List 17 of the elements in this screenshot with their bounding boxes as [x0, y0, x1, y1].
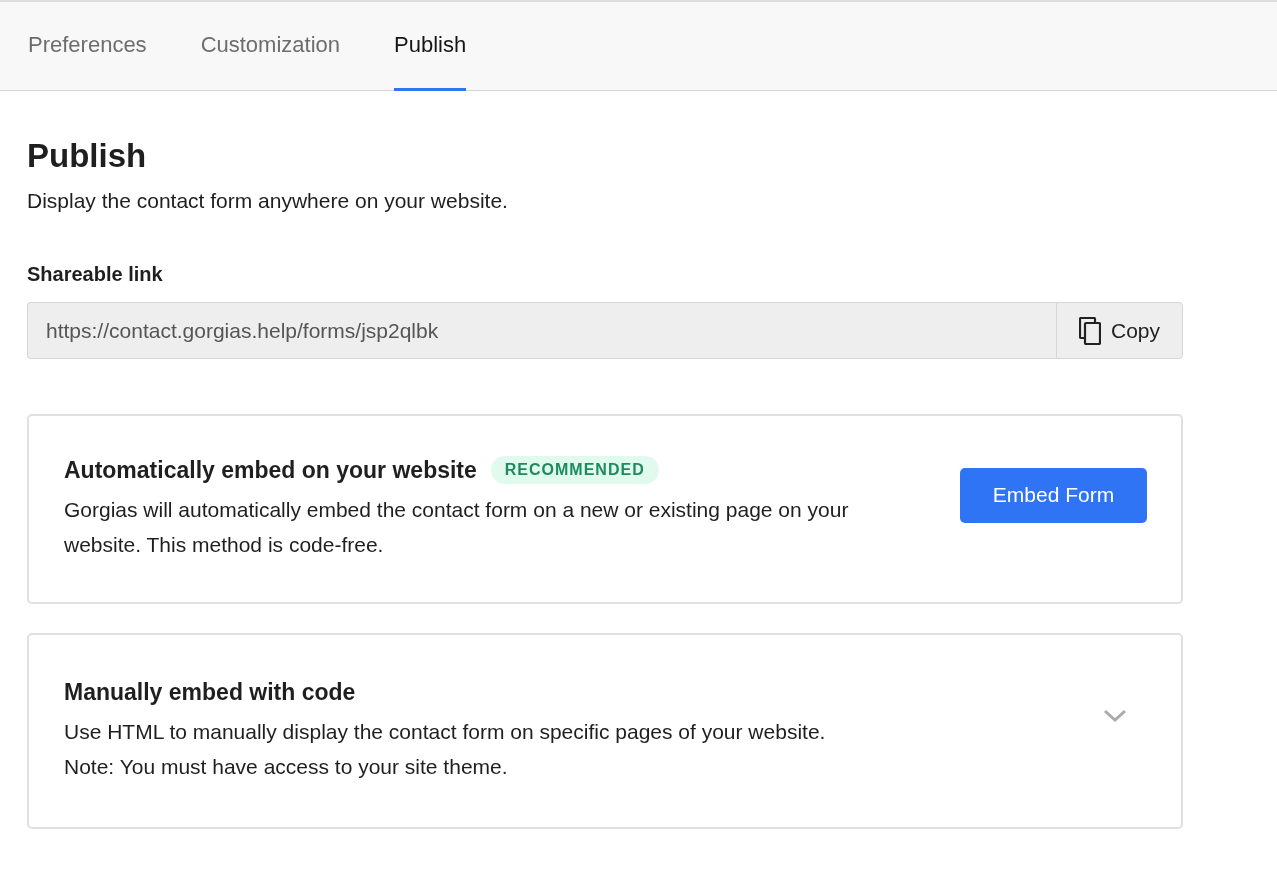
- copy-button[interactable]: Copy: [1055, 302, 1183, 359]
- embed-form-button[interactable]: Embed Form: [960, 467, 1147, 523]
- card-title: Automatically embed on your website: [64, 456, 477, 484]
- tab[interactable]: Publish: [394, 2, 467, 91]
- card-title: Manually embed with code: [64, 678, 357, 706]
- card-description: Gorgias will automatically embed the contact form on a new or existing page on your website. This method is code-free.: [64, 497, 850, 558]
- link-field[interactable]: https://contact.gorgias.help/forms/jsp2qlbk: [27, 302, 1056, 359]
- manual-embed-card[interactable]: Manually embed with code Use HTML to manually display the contact form on specific pages of your website. Note: You must have access to your site theme.: [27, 633, 1183, 829]
- page-subtitle: Display the contact form anywhere on your website.: [27, 189, 509, 213]
- copy-icon: [1078, 316, 1101, 345]
- field-label: Shareable link: [27, 263, 164, 286]
- recommended-badge: RECOMMENDED: [490, 456, 659, 484]
- chevron-icon[interactable]: [1103, 709, 1127, 723]
- page-title: Publish: [27, 137, 148, 175]
- tab[interactable]: Preferences: [28, 2, 147, 91]
- tab[interactable]: Customization: [200, 2, 340, 91]
- card-description: Use HTML to manually display the contact form on specific pages of your website. Note: You must have access to your site theme.: [64, 718, 827, 780]
